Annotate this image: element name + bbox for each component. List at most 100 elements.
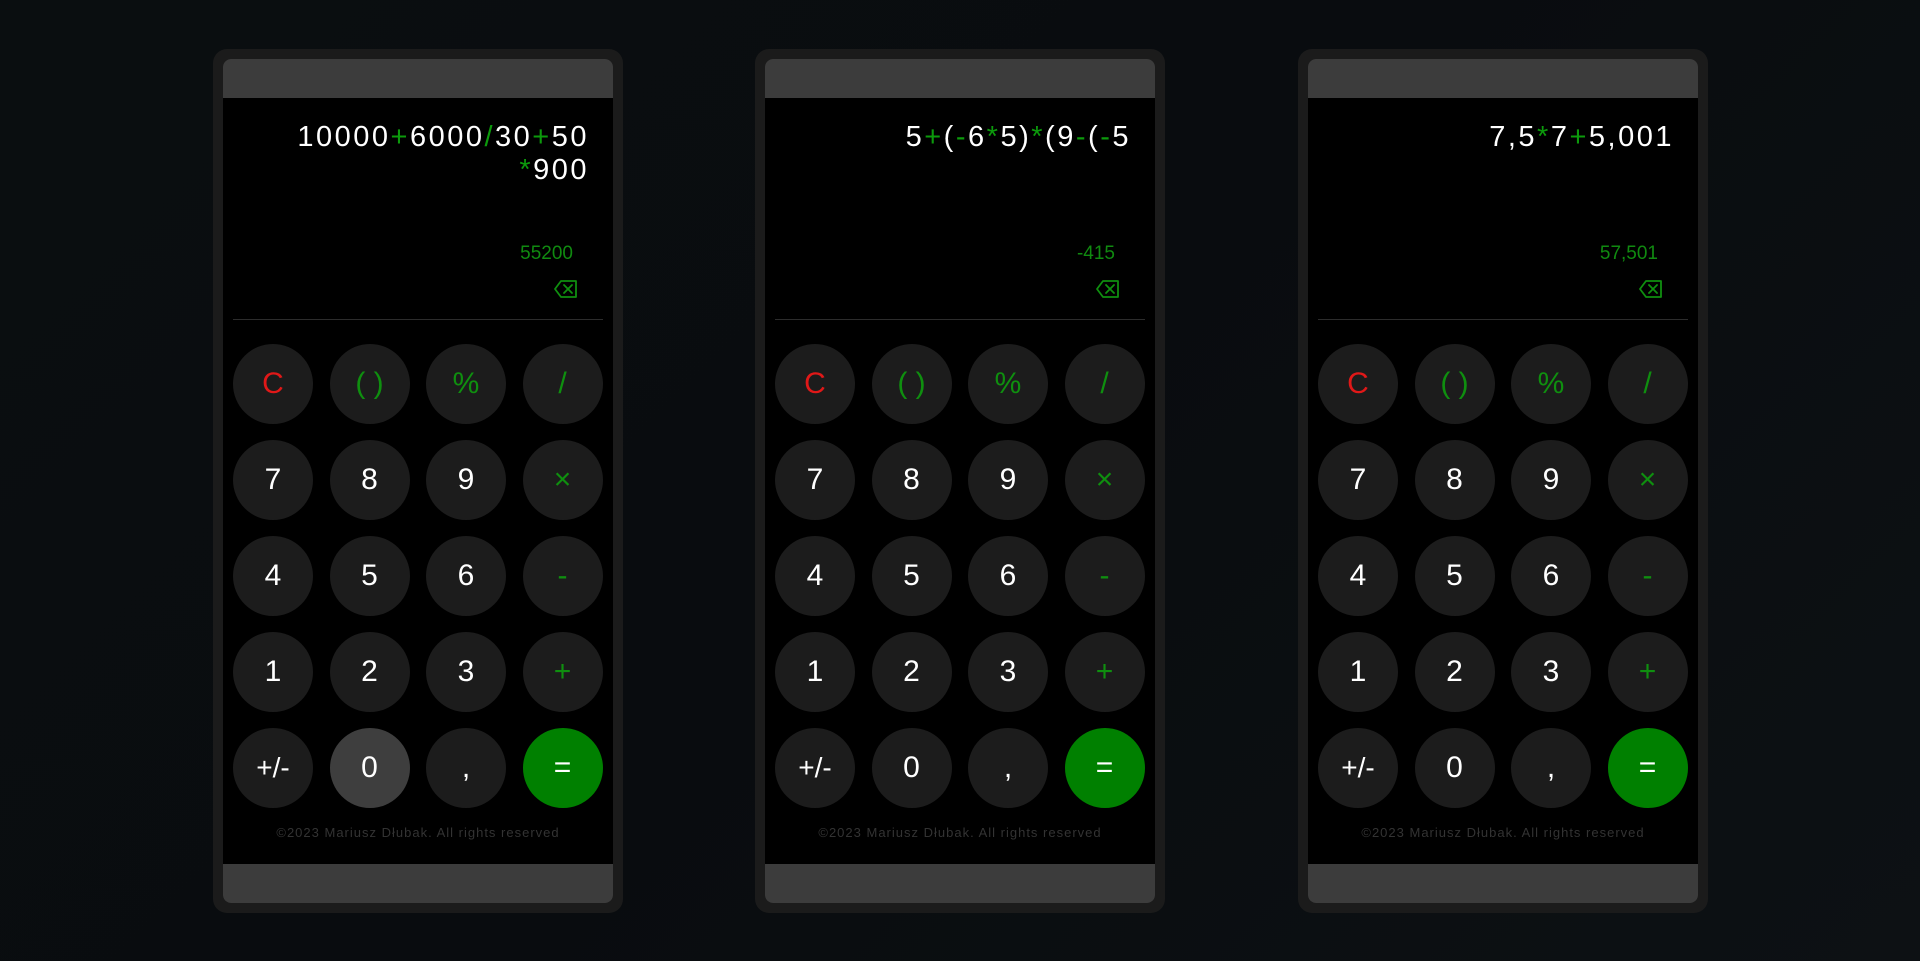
digit-0-button[interactable]: 0	[871, 728, 952, 808]
decimal-button[interactable]: ,	[426, 728, 506, 808]
expression-operator: -	[955, 121, 969, 153]
expression-display: 5+(-6*5)*(9-(-5	[831, 121, 1131, 154]
clear-button[interactable]: C	[1318, 344, 1398, 424]
equals-button[interactable]: =	[1607, 728, 1688, 808]
digit-2-button[interactable]: 2	[329, 632, 410, 712]
digit-1-button[interactable]: 1	[233, 632, 313, 712]
expression-operator: *	[1031, 121, 1046, 153]
digit-6-button[interactable]: 6	[426, 536, 506, 616]
digit-4-button[interactable]: 4	[775, 536, 855, 616]
subtract-button[interactable]: -	[1064, 536, 1145, 616]
backspace-icon[interactable]	[553, 278, 579, 300]
expression-operand: 50	[551, 121, 589, 153]
subtract-button[interactable]: -	[1607, 536, 1688, 616]
toggle-sign-button[interactable]: +/-	[775, 728, 855, 808]
digit-3-button[interactable]: 3	[1511, 632, 1591, 712]
digit-9-button[interactable]: 9	[1511, 440, 1591, 520]
digit-3-button[interactable]: 3	[426, 632, 506, 712]
digit-2-button[interactable]: 2	[1414, 632, 1495, 712]
toggle-sign-button[interactable]: +/-	[1318, 728, 1398, 808]
digit-1-button[interactable]: 1	[775, 632, 855, 712]
expression-operand: 30	[495, 121, 533, 153]
expression-operator: +	[532, 121, 552, 153]
copyright-footer: ©2023 Mariusz Dłubak. All rights reserve…	[1361, 825, 1645, 840]
multiply-button[interactable]: ×	[1064, 440, 1145, 520]
navigation-bar	[223, 864, 613, 903]
expression-operand: (	[1088, 121, 1101, 153]
calculator-phone-2: 5+(-6*5)*(9-(-5 -415 C( )%/7 8 9 × 4 5 6-1 2 3 + +…	[755, 49, 1165, 913]
digit-4-button[interactable]: 4	[233, 536, 313, 616]
toggle-sign-button[interactable]: +/-	[233, 728, 313, 808]
digit-0-button[interactable]: 0	[329, 728, 410, 808]
result-preview: 55200	[520, 243, 573, 264]
percent-button[interactable]: %	[1511, 344, 1591, 424]
decimal-button[interactable]: ,	[1511, 728, 1591, 808]
expression-operator: *	[1537, 121, 1551, 153]
digit-8-button[interactable]: 8	[1414, 440, 1495, 520]
digit-1-button[interactable]: 1	[1318, 632, 1398, 712]
digit-5-button[interactable]: 5	[329, 536, 410, 616]
backspace-icon[interactable]	[1095, 278, 1121, 300]
digit-5-button[interactable]: 5	[1414, 536, 1495, 616]
digit-6-button[interactable]: 6	[968, 536, 1048, 616]
divide-button[interactable]: /	[1607, 344, 1688, 424]
parentheses-button[interactable]: ( )	[871, 344, 952, 424]
multiply-button[interactable]: ×	[522, 440, 603, 520]
digit-8-button[interactable]: 8	[329, 440, 410, 520]
expression-operator: *	[519, 154, 534, 186]
expression-operand: 900	[533, 154, 589, 186]
digit-6-button[interactable]: 6	[1511, 536, 1591, 616]
add-button[interactable]: +	[522, 632, 603, 712]
digit-3-button[interactable]: 3	[968, 632, 1048, 712]
expression-operand: (	[943, 121, 956, 153]
status-bar	[1308, 59, 1698, 98]
percent-button[interactable]: %	[968, 344, 1048, 424]
copyright-footer: ©2023 Mariusz Dłubak. All rights reserve…	[818, 825, 1102, 840]
decimal-button[interactable]: ,	[968, 728, 1048, 808]
digit-7-button[interactable]: 7	[1318, 440, 1398, 520]
digit-9-button[interactable]: 9	[968, 440, 1048, 520]
calculator-phone-1: 10000+6000/30+50*900 55200 C( )%/7 8 9 × 4 5 6…	[213, 49, 623, 913]
expression-operand: 10000	[297, 121, 391, 153]
digit-4-button[interactable]: 4	[1318, 536, 1398, 616]
expression-operand: 7,5	[1489, 121, 1538, 153]
digit-7-button[interactable]: 7	[775, 440, 855, 520]
digit-7-button[interactable]: 7	[233, 440, 313, 520]
add-button[interactable]: +	[1064, 632, 1145, 712]
digit-9-button[interactable]: 9	[426, 440, 506, 520]
status-bar	[223, 59, 613, 98]
percent-button[interactable]: %	[426, 344, 506, 424]
digit-0-button[interactable]: 0	[1414, 728, 1495, 808]
expression-operand: 5,001	[1588, 121, 1674, 153]
expression-operand: 5	[1112, 121, 1131, 153]
expression-operator: -	[1100, 121, 1113, 153]
subtract-button[interactable]: -	[522, 536, 603, 616]
copyright-footer: ©2023 Mariusz Dłubak. All rights reserve…	[276, 825, 560, 840]
parentheses-button[interactable]: ( )	[1414, 344, 1495, 424]
add-button[interactable]: +	[1607, 632, 1688, 712]
multiply-button[interactable]: ×	[1607, 440, 1688, 520]
digit-2-button[interactable]: 2	[871, 632, 952, 712]
parentheses-button[interactable]: ( )	[329, 344, 410, 424]
expression-operator: +	[390, 121, 410, 153]
expression-operator: +	[924, 121, 944, 153]
digit-5-button[interactable]: 5	[871, 536, 952, 616]
divide-button[interactable]: /	[1064, 344, 1145, 424]
digit-8-button[interactable]: 8	[871, 440, 952, 520]
calculator-screen: 10000+6000/30+50*900 55200 C( )%/7 8 9 × 4 5 6…	[223, 59, 613, 903]
backspace-icon[interactable]	[1638, 278, 1664, 300]
expression-display: 10000+6000/30+50*900	[289, 121, 589, 187]
clear-button[interactable]: C	[233, 344, 313, 424]
expression-operand: (9	[1045, 121, 1076, 153]
expression-operator: /	[484, 121, 496, 153]
expression-operand: 5	[905, 121, 925, 153]
equals-button[interactable]: =	[1064, 728, 1145, 808]
equals-button[interactable]: =	[522, 728, 603, 808]
navigation-bar	[1308, 864, 1698, 903]
expression-operator: -	[1075, 121, 1089, 153]
divide-button[interactable]: /	[522, 344, 603, 424]
expression-operator: *	[986, 121, 1001, 153]
expression-operand: 5)	[1000, 121, 1032, 153]
clear-button[interactable]: C	[775, 344, 855, 424]
calculator-screen: 5+(-6*5)*(9-(-5 -415 C( )%/7 8 9 × 4 5 6-1 2 3 + +…	[765, 59, 1155, 903]
